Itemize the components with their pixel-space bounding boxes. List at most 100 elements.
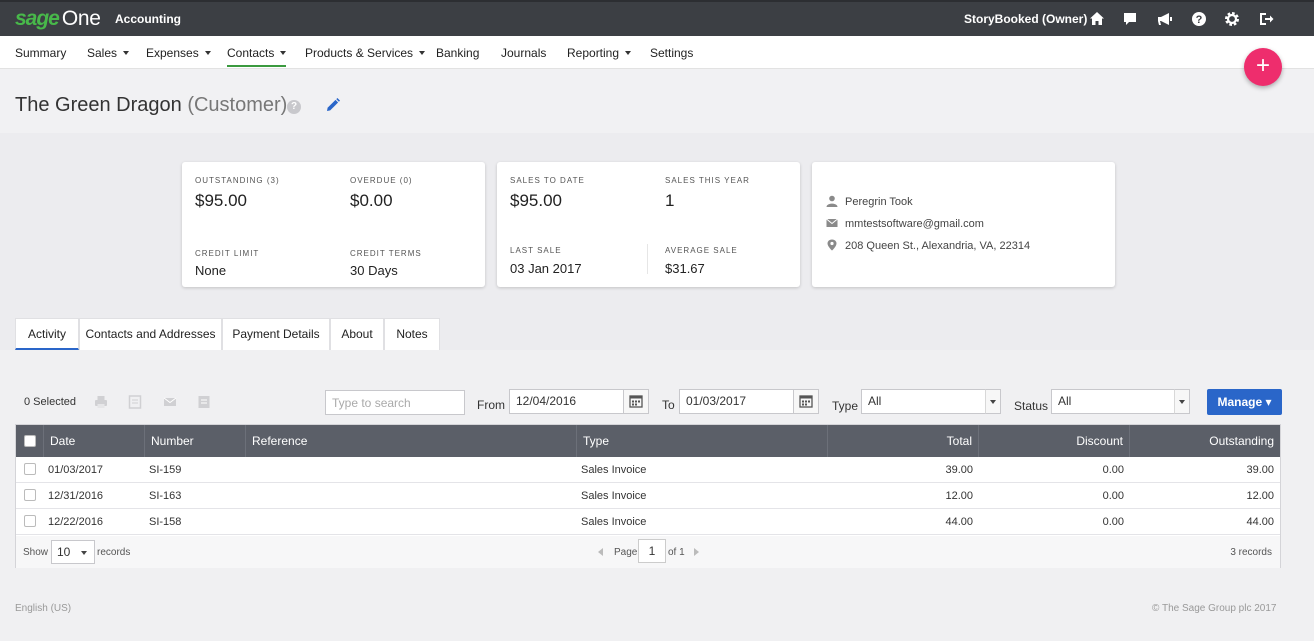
last-sale-value: 03 Jan 2017: [510, 261, 582, 276]
page-size-value: 10: [57, 545, 71, 559]
edit-pencil-icon[interactable]: [325, 97, 341, 113]
email-icon[interactable]: [163, 395, 177, 409]
status-dropdown-button[interactable]: [1174, 389, 1190, 414]
to-calendar-button[interactable]: [793, 389, 819, 414]
logout-icon[interactable]: [1257, 10, 1275, 28]
col-total[interactable]: Total: [828, 425, 979, 457]
page-number-input[interactable]: 1: [638, 539, 666, 563]
settings-icon[interactable]: [1223, 10, 1241, 28]
nav-sales[interactable]: Sales: [87, 46, 130, 60]
cell-number[interactable]: SI-158: [143, 509, 244, 535]
table-row[interactable]: 01/03/2017 SI-159 Sales Invoice 39.00 0.…: [16, 457, 1280, 483]
tab-activity[interactable]: Activity: [15, 318, 79, 350]
nav-summary[interactable]: Summary: [15, 46, 66, 60]
nav-journals[interactable]: Journals: [501, 46, 546, 60]
cell-reference: [244, 457, 575, 483]
sales-to-date-value: $95.00: [510, 191, 562, 210]
from-date-input[interactable]: 12/04/2016: [509, 389, 624, 414]
cell-total: 39.00: [945, 464, 973, 476]
col-outstanding[interactable]: Outstanding: [1130, 425, 1280, 457]
select-all-cell: [16, 425, 44, 457]
chevron-down-icon: [419, 51, 426, 55]
previous-page-icon[interactable]: [596, 547, 604, 557]
row-checkbox[interactable]: [24, 515, 36, 527]
envelope-icon: [826, 218, 838, 227]
record-count: 3 records: [1230, 547, 1272, 558]
col-type[interactable]: Type: [577, 425, 828, 457]
messages-icon[interactable]: [1121, 10, 1139, 28]
nav-label: Products & Services: [305, 46, 414, 60]
cell-outstanding: 39.00: [1246, 464, 1274, 476]
type-dropdown-button[interactable]: [985, 389, 1001, 414]
contact-email[interactable]: mmtestsoftware@gmail.com: [826, 217, 984, 230]
balance-card: OUTSTANDING (3) $95.00 OVERDUE (0) $0.00…: [182, 162, 485, 287]
nav-products-services[interactable]: Products & Services: [305, 46, 426, 60]
copyright-text: © The Sage Group plc 2017: [1152, 603, 1277, 614]
map-pin-icon: [827, 239, 837, 251]
help-icon[interactable]: ?: [1190, 10, 1208, 28]
table-footer: Show 10 records Page 1 of 1 3 records: [16, 536, 1280, 568]
nav-banking[interactable]: Banking: [436, 46, 479, 60]
tab-contacts-addresses[interactable]: Contacts and Addresses: [79, 318, 222, 350]
chevron-down-icon: [204, 51, 211, 55]
nav-contacts[interactable]: Contacts: [227, 46, 287, 67]
status-select[interactable]: All: [1051, 389, 1175, 414]
outstanding-label: OUTSTANDING (3): [195, 176, 280, 185]
col-number[interactable]: Number: [145, 425, 246, 457]
document-icon[interactable]: [128, 395, 142, 409]
credit-limit-label: CREDIT LIMIT: [195, 249, 260, 258]
tab-about[interactable]: About: [330, 318, 384, 350]
user-menu[interactable]: StoryBooked (Owner): [964, 12, 1087, 26]
sage-one-logo[interactable]: sage One: [15, 7, 101, 31]
tab-notes[interactable]: Notes: [384, 318, 440, 350]
tab-payment-details[interactable]: Payment Details: [222, 318, 330, 350]
page-label: Page: [614, 547, 638, 558]
col-date[interactable]: Date: [44, 425, 145, 457]
select-all-checkbox[interactable]: [24, 435, 36, 447]
cell-date: 12/22/2016: [48, 516, 104, 528]
calendar-icon: [799, 395, 813, 408]
from-label: From: [477, 398, 505, 412]
page-title: The Green Dragon (Customer): [15, 94, 287, 117]
cell-number[interactable]: SI-159: [143, 457, 244, 483]
credit-limit-value: None: [195, 263, 227, 278]
archive-icon[interactable]: [197, 395, 211, 409]
cell-number[interactable]: SI-163: [143, 483, 244, 509]
manage-button[interactable]: Manage ▾: [1207, 389, 1282, 415]
type-select[interactable]: All: [861, 389, 986, 414]
nav-expenses[interactable]: Expenses: [146, 46, 211, 60]
nav-settings[interactable]: Settings: [650, 46, 693, 60]
print-icon[interactable]: [94, 395, 108, 409]
home-icon[interactable]: [1088, 10, 1106, 28]
cell-reference: [244, 509, 575, 535]
calendar-icon: [629, 395, 643, 408]
nav-label: Settings: [650, 46, 694, 60]
card-divider: [647, 244, 648, 274]
outstanding-value: $95.00: [195, 191, 247, 210]
help-icon[interactable]: ?: [287, 100, 301, 114]
announcements-icon[interactable]: [1156, 10, 1174, 28]
contact-card: Peregrin Took mmtestsoftware@gmail.com 2…: [812, 162, 1115, 287]
row-checkbox[interactable]: [24, 489, 36, 501]
search-input[interactable]: [325, 390, 465, 415]
to-date-input[interactable]: 01/03/2017: [679, 389, 794, 414]
page-size-select[interactable]: 10: [51, 540, 95, 564]
cell-date: 12/31/2016: [48, 490, 104, 502]
quick-add-button[interactable]: +: [1244, 48, 1282, 86]
table-row[interactable]: 12/31/2016 SI-163 Sales Invoice 12.00 0.…: [16, 483, 1280, 509]
row-checkbox[interactable]: [24, 463, 36, 475]
table-header: Date Number Reference Type Total Discoun…: [16, 425, 1280, 457]
language-link[interactable]: English (US): [15, 603, 71, 614]
average-sale-value: $31.67: [665, 261, 705, 276]
chevron-down-icon: [123, 51, 130, 55]
next-page-icon[interactable]: [693, 547, 701, 557]
page-header: The Green Dragon (Customer) ?: [0, 69, 1314, 133]
chevron-down-icon: [81, 551, 87, 555]
module-name: Accounting: [115, 12, 181, 26]
from-calendar-button[interactable]: [623, 389, 649, 414]
nav-reporting[interactable]: Reporting: [567, 46, 632, 60]
nav-label: Sales: [87, 46, 118, 60]
col-reference[interactable]: Reference: [246, 425, 577, 457]
col-discount[interactable]: Discount: [979, 425, 1130, 457]
table-row[interactable]: 12/22/2016 SI-158 Sales Invoice 44.00 0.…: [16, 509, 1280, 535]
